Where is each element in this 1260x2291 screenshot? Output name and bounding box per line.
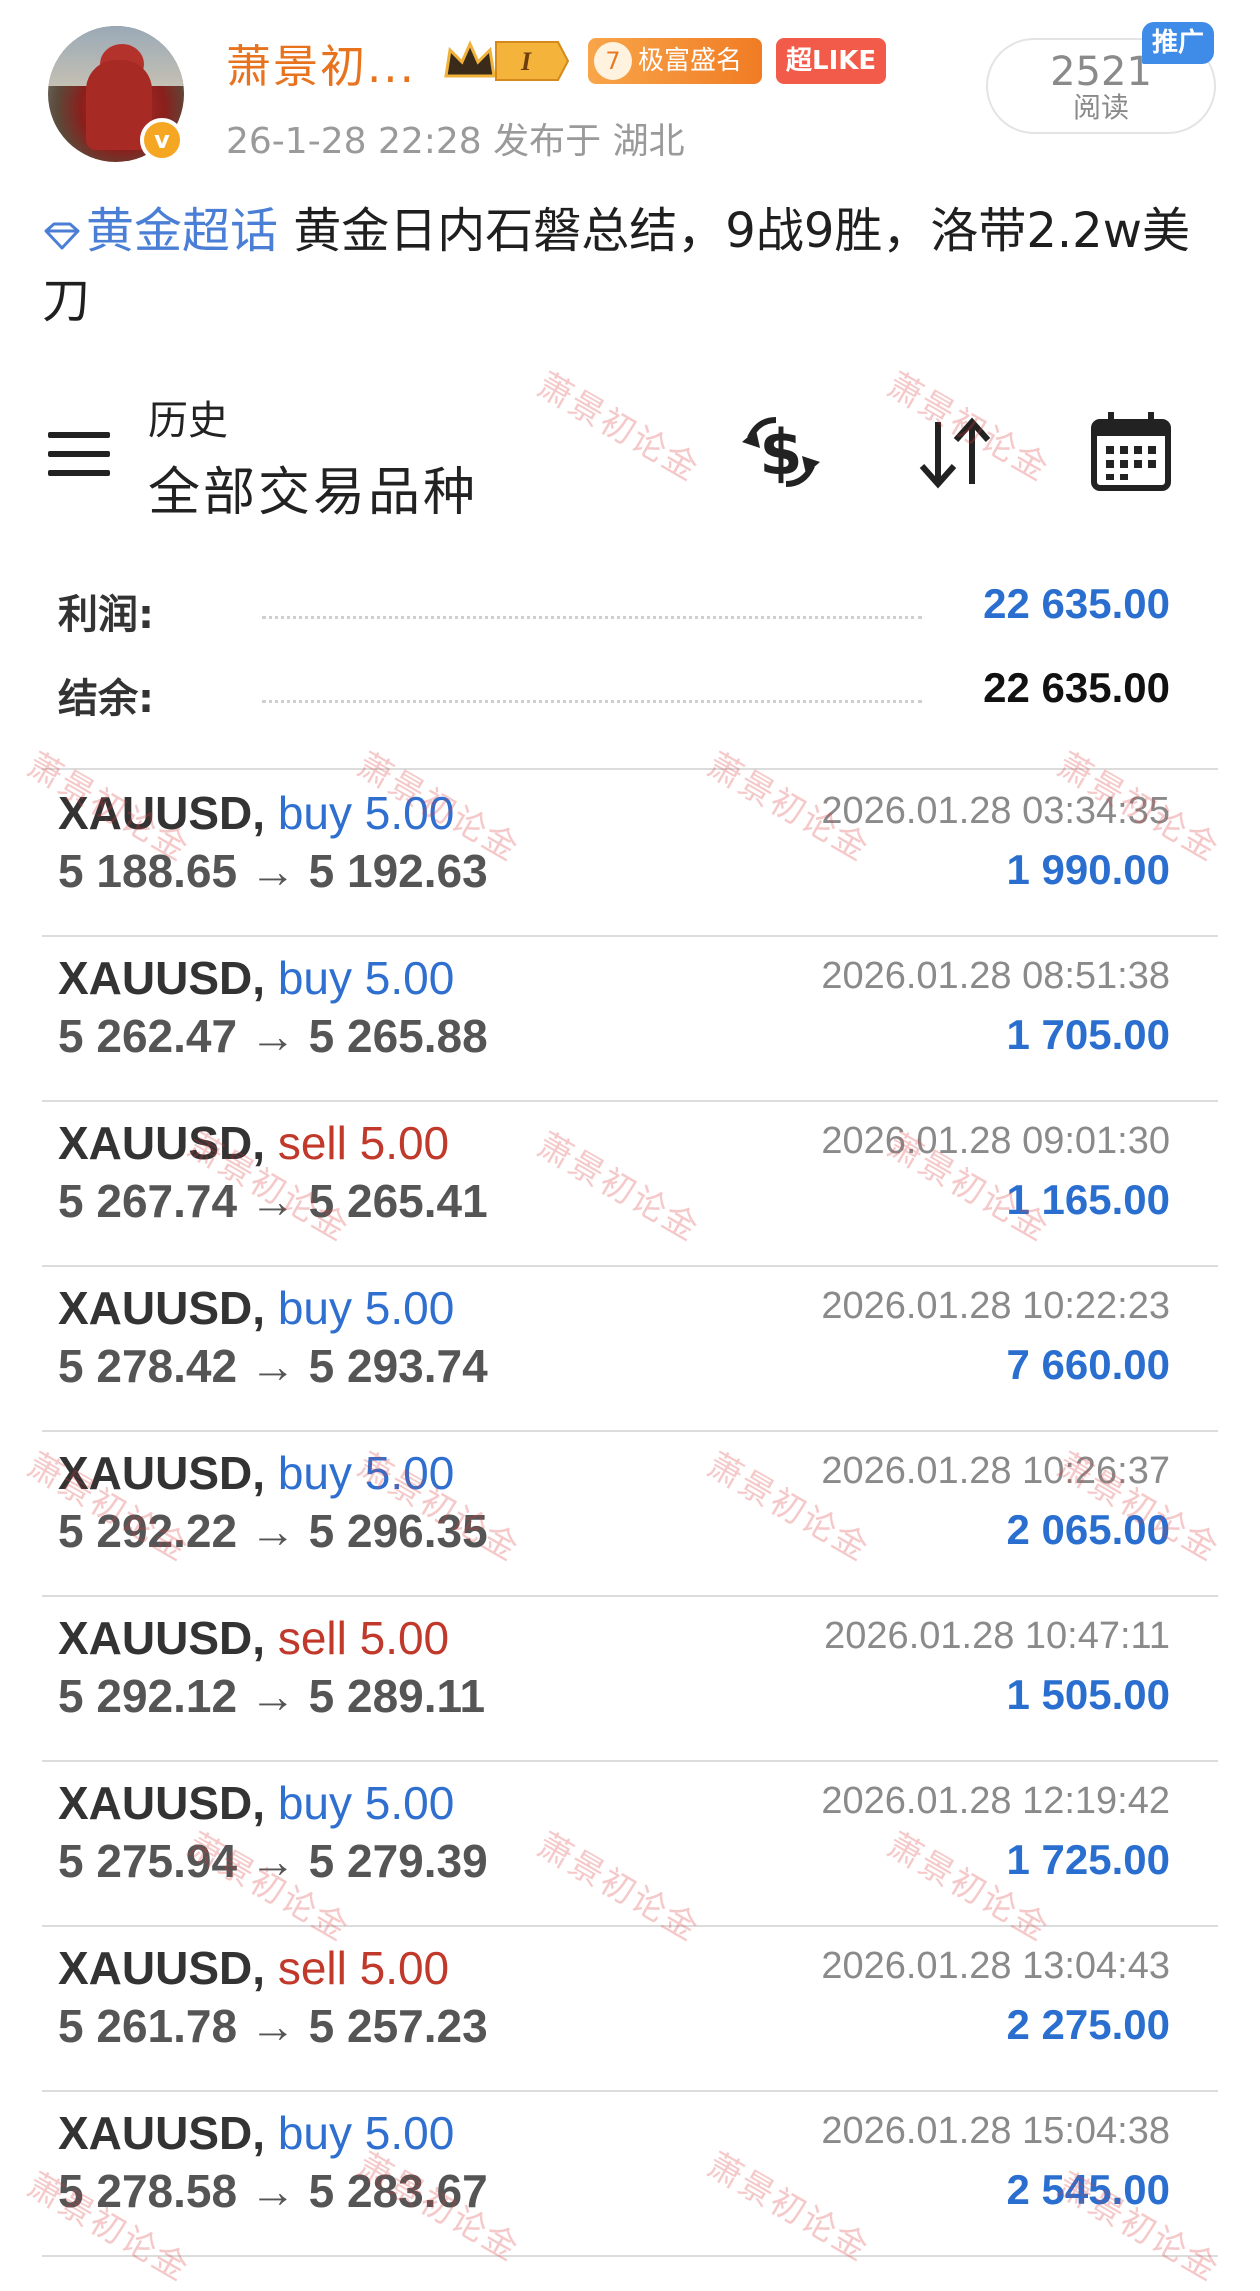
trade-time: 2026.01.28 09:01:30 [821, 1120, 1170, 1162]
trade-symbol-code: XAUUSD, [58, 1117, 266, 1169]
trade-direction: buy 5.00 [277, 1282, 455, 1334]
trade-row[interactable]: XAUUSD, sell 5.00 5 261.78 → 5 257.23 2026… [0, 1927, 1260, 2091]
super-like-badge[interactable]: 超LIKE [776, 38, 887, 84]
trade-symbol-code: XAUUSD, [58, 1612, 266, 1664]
trade-profit: 1 165.00 [1006, 1176, 1171, 1223]
trade-direction: buy 5.00 [277, 787, 455, 839]
trade-symbol-code: XAUUSD, [58, 2107, 266, 2159]
trade-prices: 5 278.42 → 5 293.74 [58, 1340, 488, 1392]
trade-row[interactable]: XAUUSD, buy 5.00 5 292.22 → 5 296.35 2026.… [0, 1432, 1260, 1596]
trade-time: 2026.01.28 08:51:38 [821, 955, 1170, 997]
crown-badge-label: I [520, 47, 532, 76]
currency-exchange-icon[interactable]: $ [736, 408, 826, 498]
trade-symbol: XAUUSD, buy 5.00 [58, 786, 454, 840]
trade-profit: 7 660.00 [1006, 1341, 1171, 1388]
trade-prices: 5 267.74 → 5 265.41 [58, 1175, 488, 1227]
trade-symbol: XAUUSD, buy 5.00 [58, 2106, 454, 2160]
trade-row[interactable]: XAUUSD, sell 5.00 5 267.74 → 5 265.41 2026… [0, 1102, 1260, 1266]
verified-badge-icon: v [140, 118, 184, 162]
trade-direction: buy 5.00 [277, 1447, 455, 1499]
balance-label: 结余: [58, 676, 154, 722]
summary-divider [42, 768, 1218, 770]
trade-symbol-code: XAUUSD, [58, 1447, 266, 1499]
trade-row[interactable]: XAUUSD, buy 5.00 5 262.47 → 5 265.88 2026.… [0, 937, 1260, 1101]
trade-profit: 2 275.00 [1006, 2001, 1171, 2048]
svg-text:$: $ [759, 416, 802, 489]
level-text: 极富盛名 [638, 46, 743, 76]
trade-prices: 5 292.22 → 5 296.35 [58, 1505, 488, 1557]
balance-leader-dots [262, 700, 922, 703]
topic-link[interactable]: 黄金超话 [42, 203, 278, 259]
trade-direction: buy 5.00 [277, 1777, 455, 1829]
trade-row[interactable]: XAUUSD, buy 5.00 5 278.58 → 5 283.67 2026.… [0, 2092, 1260, 2256]
trade-symbol: XAUUSD, buy 5.00 [58, 1776, 454, 1830]
trade-direction: sell 5.00 [277, 1612, 450, 1664]
trade-profit: 1 505.00 [1006, 1671, 1171, 1718]
level-badge[interactable]: 7 极富盛名 [588, 38, 762, 84]
trade-symbol-code: XAUUSD, [58, 1942, 266, 1994]
trade-direction: buy 5.00 [277, 2107, 455, 2159]
trade-time: 2026.01.28 13:04:43 [821, 1945, 1170, 1987]
level-number: 7 [594, 42, 632, 80]
trade-symbol: XAUUSD, buy 5.00 [58, 951, 454, 1005]
post-meta: 26-1-28 22:28 发布于 湖北 [226, 121, 685, 162]
post-text: 黄金超话 黄金日内石磐总结，9战9胜，洛带2.2w美刀 [42, 196, 1222, 336]
trade-profit: 1 725.00 [1006, 1836, 1171, 1883]
trade-time: 2026.01.28 03:34:35 [821, 790, 1170, 832]
profit-value: 22 635.00 [983, 580, 1170, 627]
trade-prices: 5 292.12 → 5 289.11 [58, 1670, 486, 1722]
trade-time: 2026.01.28 15:04:38 [821, 2110, 1170, 2152]
promotion-tag: 推广 [1142, 22, 1214, 64]
calendar-icon[interactable] [1086, 408, 1176, 498]
read-label: 阅读 [1072, 91, 1129, 124]
section-subtitle: 历史 [148, 398, 228, 444]
trade-symbol: XAUUSD, sell 5.00 [58, 1941, 449, 1995]
diamond-icon [44, 222, 80, 250]
trade-row[interactable]: XAUUSD, buy 5.00 5 188.65 → 5 192.63 2026.… [0, 772, 1260, 936]
username[interactable]: 萧景初... [226, 30, 416, 95]
trade-symbol-code: XAUUSD, [58, 787, 266, 839]
crown-badge-icon: I [444, 40, 570, 81]
trade-history-screenshot: 历史 全部交易品种 $ 利润: 22 635.00 结余: 22 635.00 … [0, 365, 1260, 2290]
trade-symbol-code: XAUUSD, [58, 1282, 266, 1334]
trade-symbol-code: XAUUSD, [58, 1777, 266, 1829]
watermark-text: 萧景初论金 [530, 365, 707, 490]
row-divider [42, 2255, 1218, 2257]
post-header: v 萧景初... I 7 极富盛名 超LIKE 26-1-28 22:28 发布于… [0, 0, 1260, 180]
trade-symbol: XAUUSD, buy 5.00 [58, 1446, 454, 1500]
trade-direction: sell 5.00 [277, 1942, 450, 1994]
trade-time: 2026.01.28 10:47:11 [824, 1615, 1170, 1657]
trade-time: 2026.01.28 10:22:23 [821, 1285, 1170, 1327]
trade-prices: 5 278.58 → 5 283.67 [58, 2165, 488, 2217]
trade-prices: 5 262.47 → 5 265.88 [58, 1010, 488, 1062]
trade-direction: sell 5.00 [277, 1117, 450, 1169]
trade-row[interactable]: XAUUSD, buy 5.00 5 278.42 → 5 293.74 2026.… [0, 1267, 1260, 1431]
trade-prices: 5 275.94 → 5 279.39 [58, 1835, 488, 1887]
trade-row[interactable]: XAUUSD, sell 5.00 5 292.12 → 5 289.11 2026… [0, 1597, 1260, 1761]
trade-profit: 1 705.00 [1006, 1011, 1171, 1058]
trade-time: 2026.01.28 10:26:37 [821, 1450, 1170, 1492]
sort-icon[interactable] [910, 408, 1000, 498]
profit-leader-dots [262, 616, 922, 619]
trade-profit: 1 990.00 [1006, 846, 1171, 893]
trade-symbol: XAUUSD, buy 5.00 [58, 1281, 454, 1335]
profit-label: 利润: [58, 592, 154, 638]
balance-value: 22 635.00 [983, 664, 1170, 711]
trade-profit: 2 545.00 [1006, 2166, 1171, 2213]
section-title[interactable]: 全部交易品种 [148, 450, 478, 525]
trade-row[interactable]: XAUUSD, buy 5.00 5 275.94 → 5 279.39 2026.… [0, 1762, 1260, 1926]
menu-icon[interactable] [48, 432, 110, 482]
trade-symbol: XAUUSD, sell 5.00 [58, 1611, 449, 1665]
trade-time: 2026.01.28 12:19:42 [821, 1780, 1170, 1822]
trade-symbol-code: XAUUSD, [58, 952, 266, 1004]
trade-symbol: XAUUSD, sell 5.00 [58, 1116, 449, 1170]
trade-direction: buy 5.00 [277, 952, 455, 1004]
trade-profit: 2 065.00 [1006, 1506, 1171, 1553]
trade-prices: 5 261.78 → 5 257.23 [58, 2000, 488, 2052]
topic-label: 黄金超话 [86, 203, 279, 259]
trade-prices: 5 188.65 → 5 192.63 [58, 845, 488, 897]
